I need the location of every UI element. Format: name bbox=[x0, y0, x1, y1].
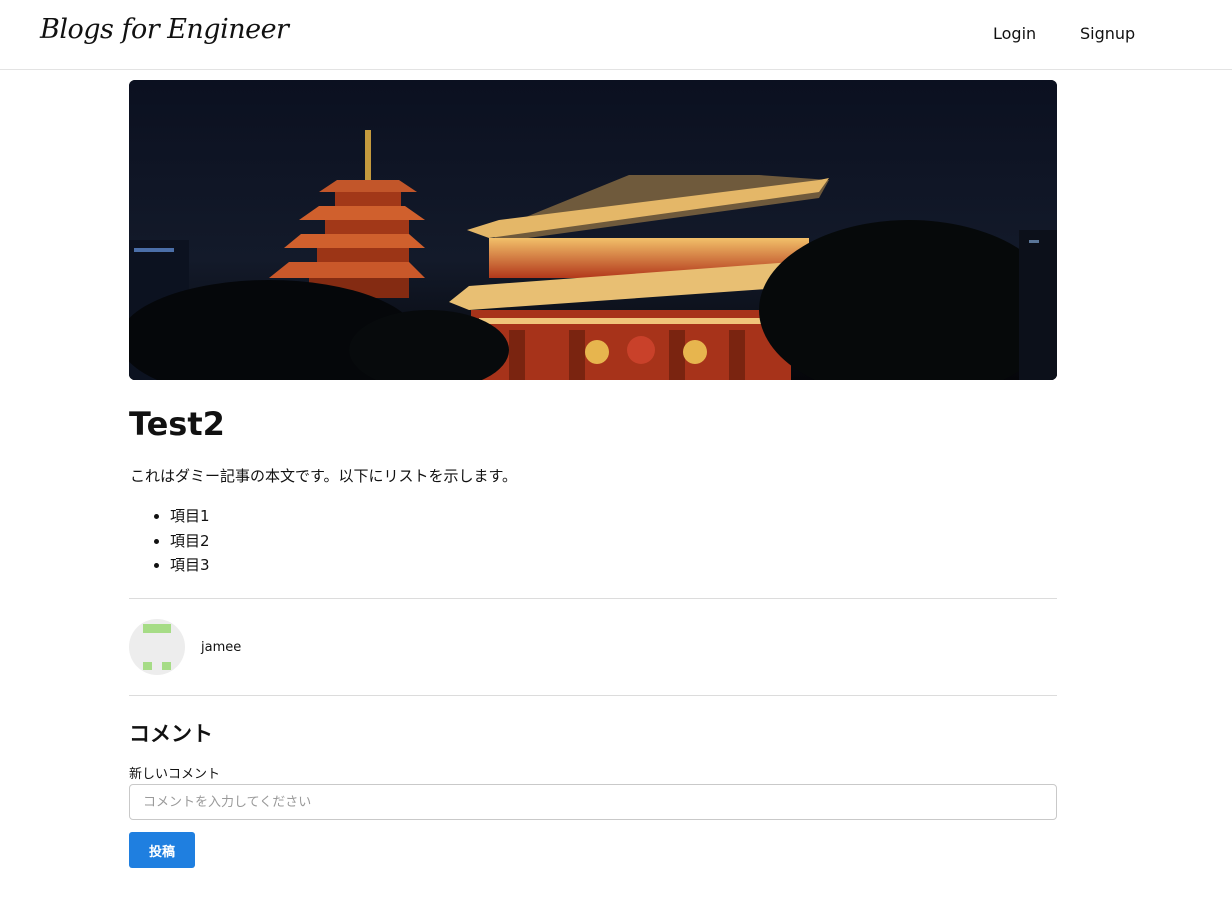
avatar-block bbox=[143, 662, 152, 670]
post-comment-button[interactable]: 投稿 bbox=[129, 832, 195, 868]
list-item: 項目3 bbox=[170, 554, 210, 579]
temple-gate-night-photo bbox=[129, 80, 1057, 380]
site-logo[interactable]: Blogs for Engineer bbox=[40, 14, 289, 45]
hero-image bbox=[129, 80, 1057, 380]
avatar-block bbox=[162, 662, 171, 670]
author-name: jamee bbox=[201, 640, 242, 655]
identicon-avatar bbox=[129, 619, 185, 675]
login-link[interactable]: Login bbox=[993, 24, 1036, 43]
divider bbox=[129, 695, 1057, 696]
list-item: 項目1 bbox=[170, 505, 210, 530]
article-title: Test2 bbox=[129, 405, 225, 443]
comments-heading: コメント bbox=[129, 722, 213, 746]
avatar-block bbox=[143, 624, 171, 633]
article-intro: これはダミー記事の本文です。以下にリストを示します。 bbox=[130, 467, 518, 485]
site-header: Blogs for Engineer Login Signup bbox=[0, 0, 1232, 70]
comment-input[interactable] bbox=[129, 784, 1057, 820]
signup-link[interactable]: Signup bbox=[1080, 24, 1135, 43]
list-item: 項目2 bbox=[170, 530, 210, 555]
article-list: 項目1 項目2 項目3 bbox=[170, 505, 210, 579]
new-comment-label: 新しいコメント bbox=[129, 767, 221, 782]
divider bbox=[129, 598, 1057, 599]
